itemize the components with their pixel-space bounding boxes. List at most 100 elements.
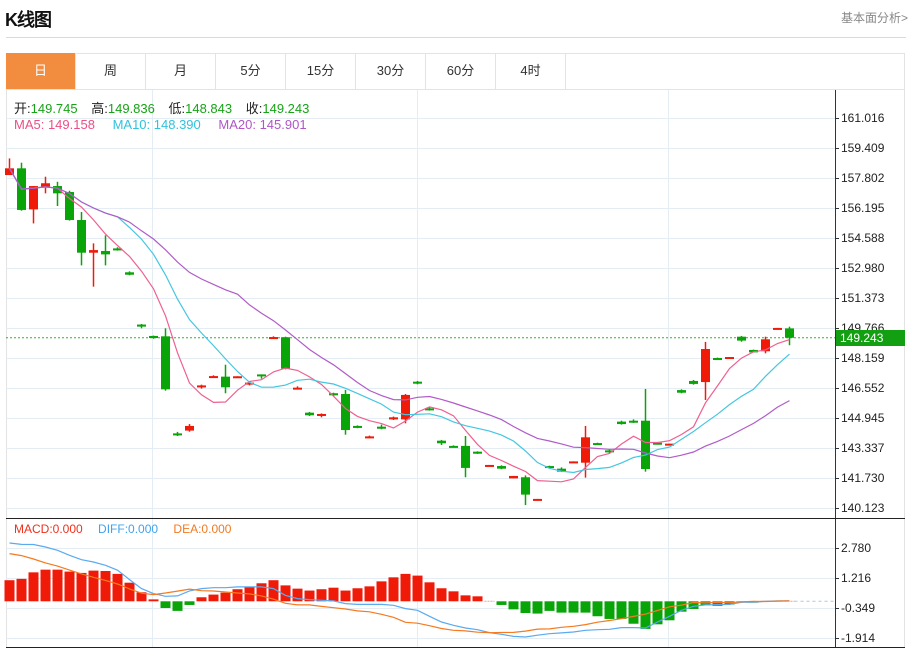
price-tick-label: 152.980 — [841, 261, 885, 275]
price-tick-label: 154.588 — [841, 230, 885, 245]
macd-bar-positive — [16, 578, 27, 602]
macd-bar-negative — [160, 601, 171, 609]
macd-bar-negative — [556, 601, 567, 613]
candle-down — [377, 426, 386, 429]
macd-bar-positive — [388, 577, 399, 602]
macd-bar-positive — [40, 569, 51, 602]
candle-down — [161, 336, 170, 390]
macd-bar-positive — [352, 588, 363, 602]
candle-up — [41, 183, 50, 187]
candle-up — [365, 436, 374, 439]
macd-bar-positive — [436, 588, 447, 602]
candle-down — [305, 412, 314, 416]
candle-up — [533, 498, 542, 501]
candle-down — [593, 443, 602, 446]
candle-down — [281, 337, 290, 369]
macd-bar-positive — [448, 591, 459, 602]
candle-up — [293, 387, 302, 390]
macd-bar-negative — [172, 601, 183, 611]
macd-bar-negative — [532, 601, 543, 614]
price-tick-label: 157.802 — [841, 170, 885, 185]
macd-bar-positive — [364, 586, 375, 602]
price-tick-label: 161.016 — [841, 111, 885, 125]
candle-down — [785, 328, 794, 338]
macd-bar-positive — [220, 592, 231, 602]
candle-up — [581, 437, 590, 463]
macd-bar-positive — [460, 595, 471, 602]
macd-bar-positive — [208, 594, 219, 602]
macd-bar-negative — [184, 601, 195, 605]
low-label: 低: — [168, 101, 186, 116]
close-label: 收: — [245, 101, 263, 116]
candle-down — [77, 220, 86, 253]
macd-bar-positive — [112, 573, 123, 602]
macd-bar-positive — [400, 573, 411, 602]
candle-down — [257, 374, 266, 377]
macd-bar-negative — [508, 601, 519, 610]
macd-tick-label: -1.914 — [841, 631, 876, 645]
candle-down — [461, 445, 470, 468]
price-tick-label: 151.373 — [841, 291, 885, 305]
candle-down — [497, 466, 506, 469]
macd-bar-negative — [616, 601, 627, 619]
macd-bar-positive — [100, 571, 111, 602]
open-value: 149.745 — [30, 101, 78, 116]
price-tick-label: 143.337 — [841, 441, 885, 455]
price-tick-label: 148.159 — [841, 350, 885, 365]
macd-value: MACD:0.000 — [14, 522, 83, 536]
candle-down — [173, 433, 182, 436]
macd-bar-positive — [148, 599, 159, 602]
macd-bar-positive — [424, 582, 435, 602]
macd-bar-positive — [316, 589, 327, 602]
price-tick-label: 140.123 — [841, 501, 885, 515]
dea-value: DEA:0.000 — [173, 522, 232, 536]
candle-down — [629, 420, 638, 423]
candle-up — [269, 337, 278, 340]
candle-down — [413, 381, 422, 384]
candle-down — [689, 380, 698, 384]
macd-bar-positive — [340, 590, 351, 602]
macd-bar-positive — [376, 581, 387, 602]
ma5-legend: MA5: 149.158 — [14, 117, 95, 132]
ma10-line — [8, 168, 790, 474]
macd-bar-negative — [592, 601, 603, 617]
ma20-line — [8, 168, 790, 459]
candle-down — [617, 421, 626, 425]
ma5-line — [8, 168, 790, 483]
macd-bar-negative — [568, 601, 579, 613]
candle-down — [713, 357, 722, 361]
candle-up — [773, 327, 782, 330]
candle-up — [89, 250, 98, 253]
candle-down — [125, 272, 134, 275]
macd-bar-positive — [4, 580, 15, 602]
candle-down — [641, 420, 650, 470]
candle-up — [197, 385, 206, 388]
macd-tick-label: 2.780 — [841, 541, 872, 555]
open-label: 开: — [14, 101, 31, 116]
candle-down — [221, 376, 230, 388]
candle-down — [137, 324, 146, 327]
macd-bar-positive — [52, 569, 63, 602]
macd-bar-negative — [544, 601, 555, 611]
candle-down — [677, 390, 686, 393]
candle-up — [185, 425, 194, 431]
ma10-legend: MA10: 148.390 — [112, 117, 201, 132]
ma-legend: MA5: 149.158 MA10: 148.390 MA20: 145.901 — [14, 117, 307, 132]
macd-bar-positive — [412, 575, 423, 602]
price-tick-label: 159.409 — [841, 140, 885, 155]
price-tick-label: 146.552 — [841, 380, 885, 395]
candle-up — [701, 349, 710, 383]
candle-up — [233, 376, 242, 379]
candle-down — [521, 477, 530, 495]
current-price-badge: 149.243 — [836, 329, 905, 346]
price-tick-label: 141.730 — [841, 471, 885, 485]
candle-up — [389, 417, 398, 420]
macd-bar-positive — [232, 589, 243, 602]
candle-up — [569, 461, 578, 464]
high-value: 149.836 — [107, 101, 155, 116]
candle-up — [509, 475, 518, 479]
candle-down — [449, 445, 458, 448]
candle-down — [149, 335, 158, 339]
candle-down — [737, 336, 746, 341]
candle-down — [437, 440, 446, 444]
